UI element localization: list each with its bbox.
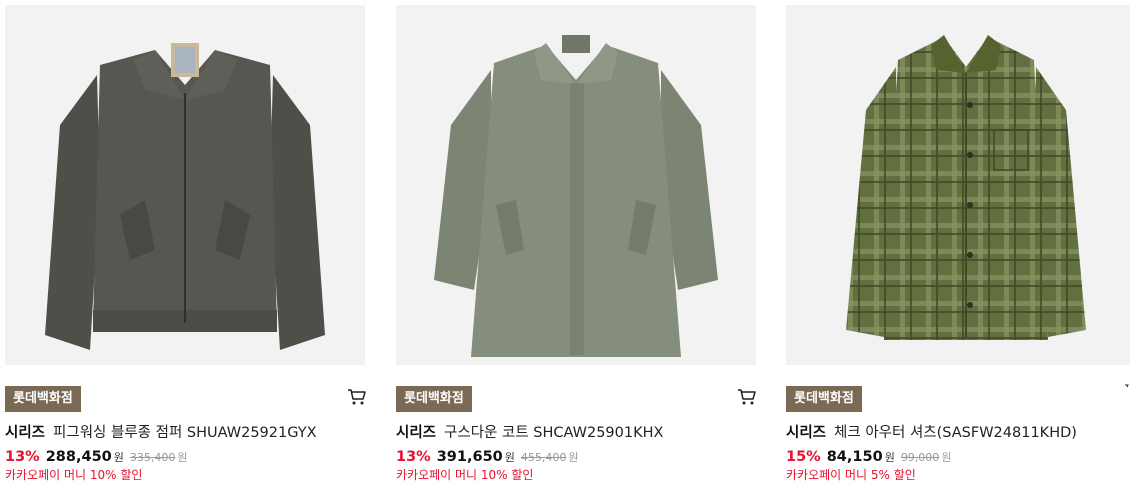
product-card[interactable]: 롯데백화점 시리즈 구스다운 코트 SHCAW25901KHX 13% 391,65… bbox=[396, 5, 758, 485]
payment-benefit: 카카오페이 머니 5% 할인 bbox=[786, 468, 916, 482]
brand-name: 시리즈 bbox=[786, 425, 827, 441]
add-to-cart-button[interactable] bbox=[347, 388, 367, 406]
product-name[interactable]: 구스다운 코트 SHCAW25901KHX bbox=[444, 425, 663, 441]
payment-benefit: 카카오페이 머니 10% 할인 bbox=[5, 468, 143, 482]
price-row: 13% 288,450 원 335,400 원 bbox=[5, 446, 188, 465]
store-badge: 롯데백화점 bbox=[5, 386, 81, 412]
currency-unit: 원 bbox=[113, 451, 124, 464]
original-currency-unit: 원 bbox=[568, 451, 579, 464]
price-row: 15% 84,150 원 99,000 원 bbox=[786, 446, 951, 465]
cart-icon bbox=[348, 389, 366, 405]
product-card[interactable]: 롯데백화점 시리즈 체크 아우터 셔츠(SASFW24811KHD) 15% 84,… bbox=[786, 5, 1130, 485]
product-card[interactable]: 롯데백화점 시리즈 피그워싱 블루종 점퍼 SHUAW25921GYX 13% 28… bbox=[5, 5, 367, 485]
currency-unit: 원 bbox=[884, 451, 895, 464]
product-image-coat[interactable] bbox=[396, 5, 756, 365]
cart-icon[interactable] bbox=[1125, 384, 1129, 388]
cart-icon bbox=[738, 389, 756, 405]
currency-unit: 원 bbox=[504, 451, 515, 464]
shirt-image bbox=[786, 5, 1130, 365]
product-name[interactable]: 피그워싱 블루종 점퍼 SHUAW25921GYX bbox=[53, 425, 317, 441]
product-title[interactable]: 시리즈 구스다운 코트 SHCAW25901KHX bbox=[396, 421, 663, 442]
sale-price: 288,450 bbox=[45, 449, 112, 465]
payment-benefit: 카카오페이 머니 10% 할인 bbox=[396, 468, 534, 482]
discount-rate: 13% bbox=[396, 449, 431, 465]
coat-image bbox=[396, 5, 756, 365]
discount-rate: 15% bbox=[786, 449, 821, 465]
sale-price: 84,150 bbox=[826, 449, 883, 465]
product-title[interactable]: 시리즈 피그워싱 블루종 점퍼 SHUAW25921GYX bbox=[5, 421, 317, 442]
product-image-jacket[interactable] bbox=[5, 5, 365, 365]
discount-rate: 13% bbox=[5, 449, 40, 465]
add-to-cart-button[interactable] bbox=[737, 388, 757, 406]
original-price: 455,400 bbox=[520, 451, 567, 464]
store-badge: 롯데백화점 bbox=[396, 386, 472, 412]
product-image-shirt[interactable] bbox=[786, 5, 1130, 365]
jacket-image bbox=[5, 5, 365, 365]
original-currency-unit: 원 bbox=[177, 451, 188, 464]
original-currency-unit: 원 bbox=[941, 451, 952, 464]
original-price: 99,000 bbox=[900, 451, 940, 464]
sale-price: 391,650 bbox=[436, 449, 503, 465]
store-badge: 롯데백화점 bbox=[786, 386, 862, 412]
product-name[interactable]: 체크 아우터 셔츠(SASFW24811KHD) bbox=[834, 425, 1077, 441]
brand-name: 시리즈 bbox=[396, 425, 437, 441]
price-row: 13% 391,650 원 455,400 원 bbox=[396, 446, 579, 465]
brand-name: 시리즈 bbox=[5, 425, 46, 441]
original-price: 335,400 bbox=[129, 451, 176, 464]
product-title[interactable]: 시리즈 체크 아우터 셔츠(SASFW24811KHD) bbox=[786, 421, 1077, 442]
